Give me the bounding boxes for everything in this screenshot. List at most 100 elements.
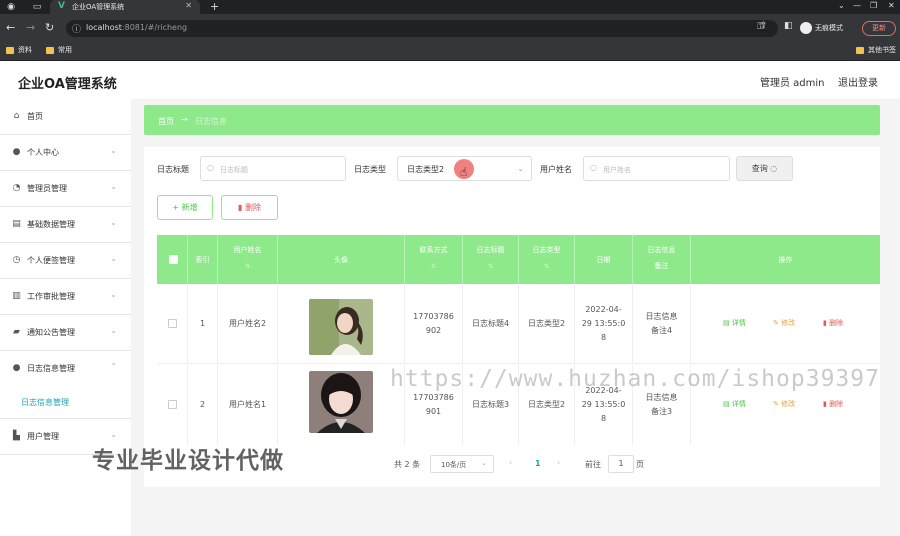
incognito-indicator[interactable]: 无痕模式 xyxy=(800,22,843,34)
delete-button[interactable]: ▮ 删除 xyxy=(221,195,278,220)
col-ops: 操作 xyxy=(691,235,880,284)
row-checkbox[interactable] xyxy=(168,400,177,409)
address-bar: ← → ↻ ⓘ localhost:8081/#/richeng ⚿ ⇪ ◧ 无… xyxy=(0,14,900,42)
sidebar-item-base-data[interactable]: ▤ 基础数据管理 ⌄ xyxy=(0,207,131,243)
sort-icon[interactable]: ⇅ xyxy=(463,263,518,270)
sidebar-item-label: 个人便签管理 xyxy=(27,256,75,265)
sidebar-item-home[interactable]: ⌂ 首页 xyxy=(0,99,131,135)
row-checkbox[interactable] xyxy=(168,319,177,328)
col-log-title[interactable]: 日志标题 ⇅ xyxy=(463,235,519,284)
breadcrumb-home[interactable]: 首页 xyxy=(158,116,174,127)
row-delete-button[interactable]: ▮ 删除 xyxy=(823,399,843,409)
bookmarks-bar: 资料 常用 其他书签 xyxy=(0,42,900,61)
edit-button[interactable]: ✎ 修改 xyxy=(773,318,795,328)
col-index[interactable]: 索引 xyxy=(188,235,218,284)
log-type-value: 日志类型2 xyxy=(407,165,445,174)
log-title-label: 日志标题 xyxy=(157,165,189,174)
col-log-type[interactable]: 日志类型 ⇅ xyxy=(519,235,575,284)
chart-icon: ▙ xyxy=(13,431,20,441)
watermark-text: https://www.huzhan.com/ishop39397 xyxy=(390,366,880,392)
goto-page-input[interactable]: 1 xyxy=(608,455,634,473)
sidebar-item-approval[interactable]: ▥ 工作审批管理 ⌄ xyxy=(0,279,131,315)
row-delete-label: 删除 xyxy=(829,400,844,408)
sidebar-item-notes[interactable]: ◷ 个人便签管理 ⌄ xyxy=(0,243,131,279)
logout-link[interactable]: 退出登录 xyxy=(838,74,878,89)
detail-button[interactable]: ▤ 详情 xyxy=(723,318,746,328)
url-field[interactable]: ⓘ localhost:8081/#/richeng ⚿ xyxy=(66,20,778,37)
edit-label: 修改 xyxy=(781,319,796,327)
select-all-checkbox[interactable] xyxy=(169,255,178,264)
edit-label: 修改 xyxy=(781,400,796,408)
table-header: 索引 用户姓名 ⇅ 头像 联系方式 ⇅ 日志标题 ⇅ 日志类型 ⇅ 日期 日志信息 备注 … xyxy=(157,235,880,284)
chevron-down-icon[interactable]: ⌄ xyxy=(838,1,845,10)
detail-label: 详情 xyxy=(731,400,746,408)
log-title-input[interactable]: ○ 日志标题 xyxy=(200,156,346,181)
sidebar-item-admin[interactable]: ◔ 管理员管理 ⌄ xyxy=(0,171,131,207)
next-page-icon[interactable]: › xyxy=(557,458,560,467)
bookmark-folder-2[interactable]: 常用 xyxy=(46,45,72,55)
browser-tab[interactable]: V 企业OA管理系统 ✕ xyxy=(50,0,200,14)
bookmark-folder-1[interactable]: 资料 xyxy=(6,45,32,55)
share-icon[interactable]: ⇪ xyxy=(760,21,768,31)
col-date[interactable]: 日期 xyxy=(575,235,633,284)
page-size-select[interactable]: 10条/页 ⌄ xyxy=(430,455,494,473)
cell-index: 2 xyxy=(188,365,218,445)
new-tab-icon[interactable]: + xyxy=(210,0,219,13)
bookmark-folder-other[interactable]: 其他书签 xyxy=(856,45,896,55)
username-input[interactable]: ○ 用户姓名 xyxy=(583,156,730,181)
note-line-2: 备注4 xyxy=(650,326,673,335)
detail-button[interactable]: ▤ 详情 xyxy=(723,399,746,409)
sort-icon[interactable]: ⇅ xyxy=(405,263,462,270)
close-icon[interactable]: ✕ xyxy=(185,1,192,10)
sidebar-toggle-icon[interactable]: ◧ xyxy=(784,21,793,31)
col-phone[interactable]: 联系方式 ⇅ xyxy=(405,235,463,284)
minimize-icon[interactable]: — xyxy=(853,1,861,10)
promo-text: 专业毕业设计代做 xyxy=(92,448,284,474)
browser-menu-icon[interactable]: ◉ xyxy=(4,1,18,13)
col-log-title-label: 日志标题 xyxy=(476,246,505,254)
add-button[interactable]: + 新增 xyxy=(157,195,213,220)
url-path: :8081/#/richeng xyxy=(121,23,188,32)
table-row[interactable]: 1 用户姓名2 17703786 902 日志标题4 日志类型2 2022-04… xyxy=(157,284,880,364)
sidebar-item-personal-center[interactable]: ● 个人中心 ⌄ xyxy=(0,135,131,171)
chevron-up-icon: ⌃ xyxy=(110,362,117,371)
cell-username-text: 用户姓名1 xyxy=(228,400,267,409)
restore-icon[interactable]: ❐ xyxy=(870,1,877,10)
tab-title: 企业OA管理系统 xyxy=(72,3,125,11)
chevron-down-icon: ⌄ xyxy=(481,459,487,467)
sidebar-item-logs[interactable]: ● 日志信息管理 ⌃ xyxy=(0,351,131,419)
sidebar-item-notices[interactable]: ▰ 通知公告管理 ⌄ xyxy=(0,315,131,351)
close-window-icon[interactable]: ✕ xyxy=(888,1,895,10)
date-line-1: 2022-04- xyxy=(585,305,622,314)
chevron-down-icon: ⌄ xyxy=(110,254,117,263)
browser-tab-bar: ◉ ▭ V 企业OA管理系统 ✕ + ⌄ — ❐ ✕ xyxy=(0,0,900,14)
sort-icon[interactable]: ⇅ xyxy=(218,263,277,270)
sidebar-subitem-logs[interactable]: 日志信息管理 xyxy=(21,397,69,408)
cell-avatar xyxy=(278,365,405,445)
row-delete-button[interactable]: ▮ 删除 xyxy=(823,318,843,328)
prev-page-icon[interactable]: ‹ xyxy=(509,458,512,467)
app-title: 企业OA管理系统 xyxy=(18,77,117,92)
update-button[interactable]: 更新 xyxy=(862,21,896,36)
forward-icon[interactable]: → xyxy=(26,21,35,34)
current-page[interactable]: 1 xyxy=(535,459,541,468)
reload-icon[interactable]: ↻ xyxy=(45,21,54,34)
cell-index-text: 1 xyxy=(199,319,206,328)
megaphone-icon: ▰ xyxy=(13,327,20,337)
query-button[interactable]: 查询 ◌ xyxy=(736,156,793,181)
info-icon[interactable]: ⓘ xyxy=(72,22,81,35)
avatar xyxy=(309,299,373,355)
col-avatar[interactable]: 头像 xyxy=(278,235,405,284)
avatar xyxy=(309,371,373,433)
back-icon[interactable]: ← xyxy=(6,21,15,34)
delete-label: 删除 xyxy=(244,203,261,212)
date-line-2: 29 13:55:0 xyxy=(581,319,626,328)
edit-button[interactable]: ✎ 修改 xyxy=(773,399,795,409)
user-icon: ● xyxy=(12,363,21,373)
sort-icon[interactable]: ⇅ xyxy=(519,263,574,270)
vue-logo-icon: V xyxy=(58,1,65,11)
tab-list-icon[interactable]: ▭ xyxy=(30,1,44,13)
sidebar-item-label: 个人中心 xyxy=(27,148,59,157)
col-note[interactable]: 日志信息 备注 xyxy=(633,235,691,284)
col-username[interactable]: 用户姓名 ⇅ xyxy=(218,235,278,284)
